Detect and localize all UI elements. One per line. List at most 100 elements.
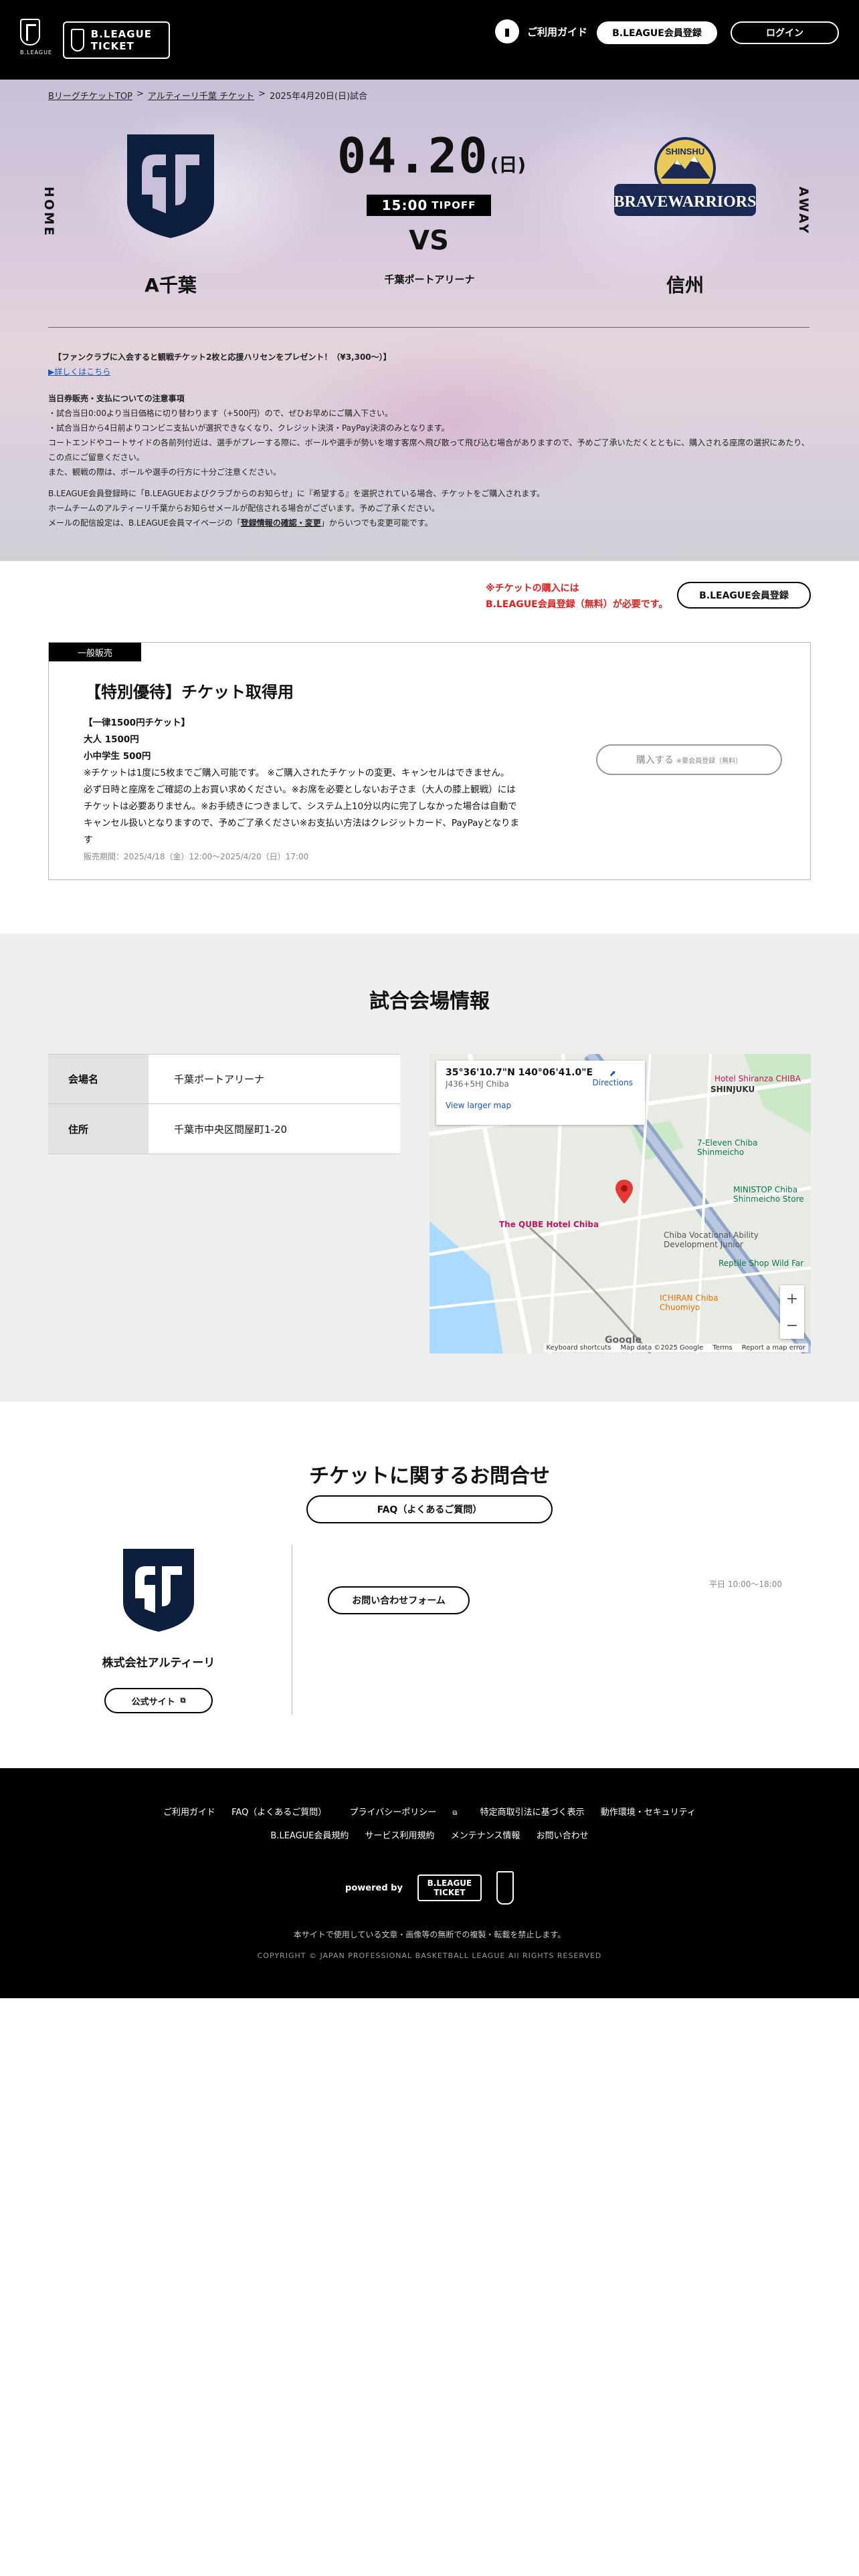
footer-link-privacy-label: プライバシーポリシー (349, 1808, 437, 1818)
venue-row-header: 住所 (48, 1104, 149, 1154)
footer-link-contact[interactable]: お問い合わせ (537, 1831, 589, 1841)
ticket-price-adult: 大人 1500円 (84, 734, 139, 745)
notes-line: ・試合当日から4日前よりコンビニ支払いが選択できなくなり、クレジット決済・Pay… (48, 423, 450, 433)
contact-hours: 平日 10:00〜18:00 (709, 1580, 782, 1589)
notes-line: ・試合当日0:00より当日価格に切り替わります（+500円）ので、ぜひお早めにご… (48, 409, 393, 418)
ticket-card: 一般販売 【特別優待】チケット取得用 【一律1500円チケット】 大人 1500… (48, 642, 811, 880)
footer-link-maintenance[interactable]: メンテナンス情報 (451, 1831, 520, 1841)
map-directions-link[interactable]: ⬈ Directions (593, 1069, 633, 1087)
venue-row-value: 千葉ポートアリーナ (174, 1073, 265, 1085)
notice-line: B.LEAGUE会員登録（無料）が必要です。 (486, 599, 668, 610)
login-button[interactable]: ログイン (731, 21, 839, 44)
fanclub-campaign: 【ファンクラブに入会すると観戦チケット2枚と応援ハリセンをプレゼント！（¥3,3… (54, 352, 391, 362)
notes-line: ホームチームのアルティーリ千葉からお知らせメールが配信される場合がございます。予… (48, 504, 440, 513)
ticket-shield-icon (71, 29, 84, 51)
home-team-name: A千葉 (145, 274, 197, 296)
match-date: 04.20 (日) (337, 128, 526, 184)
home-team-logo (127, 134, 214, 238)
venue-heading: 試合会場情報 (369, 990, 490, 1013)
ticket-description: 【一律1500円チケット】 大人 1500円 小中学生 500円 ※チケットは1… (84, 715, 572, 865)
away-team-name: 信州 (666, 274, 704, 296)
venue-row-value: 千葉市中央区問屋町1-20 (174, 1123, 288, 1136)
official-site-button[interactable]: 公式サイト ⧉ (104, 1688, 213, 1713)
zoom-out-button[interactable]: − (780, 1312, 804, 1339)
bleague-shield-icon (20, 19, 40, 45)
powered-label: powered by (345, 1883, 403, 1893)
breadcrumb-top[interactable]: BリーグチケットTOP (48, 89, 132, 102)
ticket-line: チケットは必要ありません。※お手続きにつきまして、システム上10分以内に完了しな… (84, 801, 517, 812)
venue-row: 住所 千葉市中央区問屋町1-20 (48, 1104, 400, 1154)
buy-button[interactable]: 購入する ※要会員登録（無料） (596, 744, 782, 775)
breadcrumb-team[interactable]: アルティーリ千葉 チケット (148, 89, 254, 102)
versus-label: VS (409, 225, 449, 256)
away-logo-top: SHINSHU (666, 146, 705, 156)
map-poi: The QUBE Hotel Chiba (499, 1220, 599, 1229)
notes-line: B.LEAGUE会員登録時に「B.LEAGUEおよびクラブからのお知らせ」に『希… (48, 489, 545, 498)
map-info-card: 35°36'10.7"N 140°06'41.0"E J436+5HJ Chib… (436, 1061, 645, 1125)
map-poi: Reptile Shop Wild Far (719, 1259, 804, 1268)
buy-sublabel: ※要会員登録（無料） (676, 757, 743, 765)
contact-form-button[interactable]: お問い合わせフォーム (328, 1586, 470, 1614)
venue-row: 会場名 千葉ポートアリーナ (48, 1054, 400, 1104)
divider (48, 327, 809, 328)
guide-book-icon: ▮ (495, 19, 519, 43)
venue-map[interactable]: 35°36'10.7"N 140°06'41.0"E J436+5HJ Chib… (430, 1054, 811, 1354)
footer-bleague-logo (496, 1871, 514, 1905)
map-poi: ICHIRAN Chiba Chuomiyo (660, 1293, 719, 1312)
ticket-price-child: 小中学生 500円 (84, 751, 151, 762)
ticket-title: 【特別優待】チケット取得用 (85, 683, 294, 702)
match-date-value: 04.20 (337, 128, 489, 184)
footer-link-guide[interactable]: ご利用ガイド (163, 1808, 215, 1818)
venue-section: 試合会場情報 会場名 千葉ポートアリーナ 住所 千葉市中央区問屋町1-20 35… (0, 934, 859, 1402)
ticket-logo[interactable]: B.LEAGUE TICKET (63, 21, 170, 59)
footer-link-faq[interactable]: FAQ（よくあるご質問） (231, 1808, 326, 1818)
site-header: B.LEAGUE B.LEAGUE TICKET ▮ ご利用ガイド B.LEAG… (0, 0, 859, 80)
map-data-label: Map data ©2025 Google (620, 1344, 704, 1352)
ticket-logo-text: B.LEAGUE TICKET (90, 28, 153, 52)
notes-line: コートエンドやコートサイドの各前列付近は、選手がプレーする際に、ボールや選手が勢… (48, 438, 809, 447)
breadcrumb-sep: > (258, 89, 266, 99)
tipoff-time: 15:00 (381, 197, 428, 213)
notes-text: メールの配信設定は、B.LEAGUE会員マイページの「 (48, 518, 241, 528)
ticket-line: す (84, 835, 93, 845)
notes-text: 」からいつでも変更可能です。 (320, 518, 433, 528)
venue-row-header: 会場名 (48, 1055, 149, 1103)
footer-links: ご利用ガイド FAQ（よくあるご質問） プライバシーポリシー ⧉ 特定商取引法に… (0, 1802, 859, 1848)
campaign-more-link[interactable]: ▶詳しくはこちら (48, 364, 811, 379)
bleague-logo[interactable]: B.LEAGUE (20, 19, 52, 60)
map-poi: 7-Eleven Chiba Shinmeicho (697, 1138, 758, 1157)
register-button-secondary[interactable]: B.LEAGUE会員登録 (677, 582, 811, 609)
away-label: AWAY (796, 187, 811, 235)
register-button[interactable]: B.LEAGUE会員登録 (597, 21, 717, 44)
account-settings-link[interactable]: 登録情報の確認・変更 (241, 518, 321, 528)
copy-notice: 本サイトで使用している文章・画像等の無断での複製・転載を禁止します。 (293, 1930, 566, 1939)
home-label: HOME (41, 187, 56, 237)
notes-line: また、観戦の際は、ボールや選手の行方に十分ご注意ください。 (48, 467, 282, 477)
map-terms-link[interactable]: Terms (712, 1344, 732, 1352)
map-report-link[interactable]: Report a map error (742, 1344, 805, 1352)
ticket-line: 【一律1500円チケット】 (84, 718, 191, 728)
location-pin-icon[interactable] (615, 1180, 633, 1204)
away-team-logo: SHINSHU BRAVEWARRIORS (614, 137, 756, 216)
map-zoom-control: + − (780, 1285, 804, 1339)
footer-link-commerce[interactable]: 特定商取引法に基づく表示 (480, 1808, 585, 1818)
guide-link[interactable]: ▮ ご利用ガイド (495, 19, 587, 43)
footer-link-member-terms[interactable]: B.LEAGUE会員規約 (270, 1831, 349, 1841)
footer-ticket-logo: B.LEAGUE TICKET (417, 1874, 482, 1901)
ticket-line: キャンセル扱いとなりますので、予めご了承ください※お支払い方法はクレジットカード… (84, 818, 520, 829)
map-shortcuts-link[interactable]: Keyboard shortcuts (547, 1344, 611, 1352)
tipoff-badge: 15:00 TIPOFF (367, 195, 491, 216)
notes-line: この点にご留意ください。 (48, 453, 145, 462)
breadcrumb-current: 2025年4月20日(日)試合 (269, 92, 368, 102)
company-name: 株式会社アルティーリ (102, 1656, 215, 1670)
map-poi: SHINJUKU (710, 1085, 755, 1094)
footer-link-environment[interactable]: 動作環境・セキュリティ (601, 1808, 696, 1818)
faq-button[interactable]: FAQ（よくあるご質問） (306, 1495, 553, 1523)
breadcrumb: BリーグチケットTOP > アルティーリ千葉 チケット > 2025年4月20日… (48, 89, 367, 102)
map-larger-link[interactable]: View larger map (446, 1101, 636, 1110)
zoom-in-button[interactable]: + (780, 1285, 804, 1312)
map-poi: MINISTOP Chiba Shinmeicho Store (733, 1185, 804, 1204)
footer-link-privacy[interactable]: プライバシーポリシー ⧉ (343, 1808, 464, 1818)
site-footer: ご利用ガイド FAQ（よくあるご質問） プライバシーポリシー ⧉ 特定商取引法に… (0, 1768, 859, 1998)
footer-link-service-terms[interactable]: サービス利用規約 (365, 1831, 435, 1841)
